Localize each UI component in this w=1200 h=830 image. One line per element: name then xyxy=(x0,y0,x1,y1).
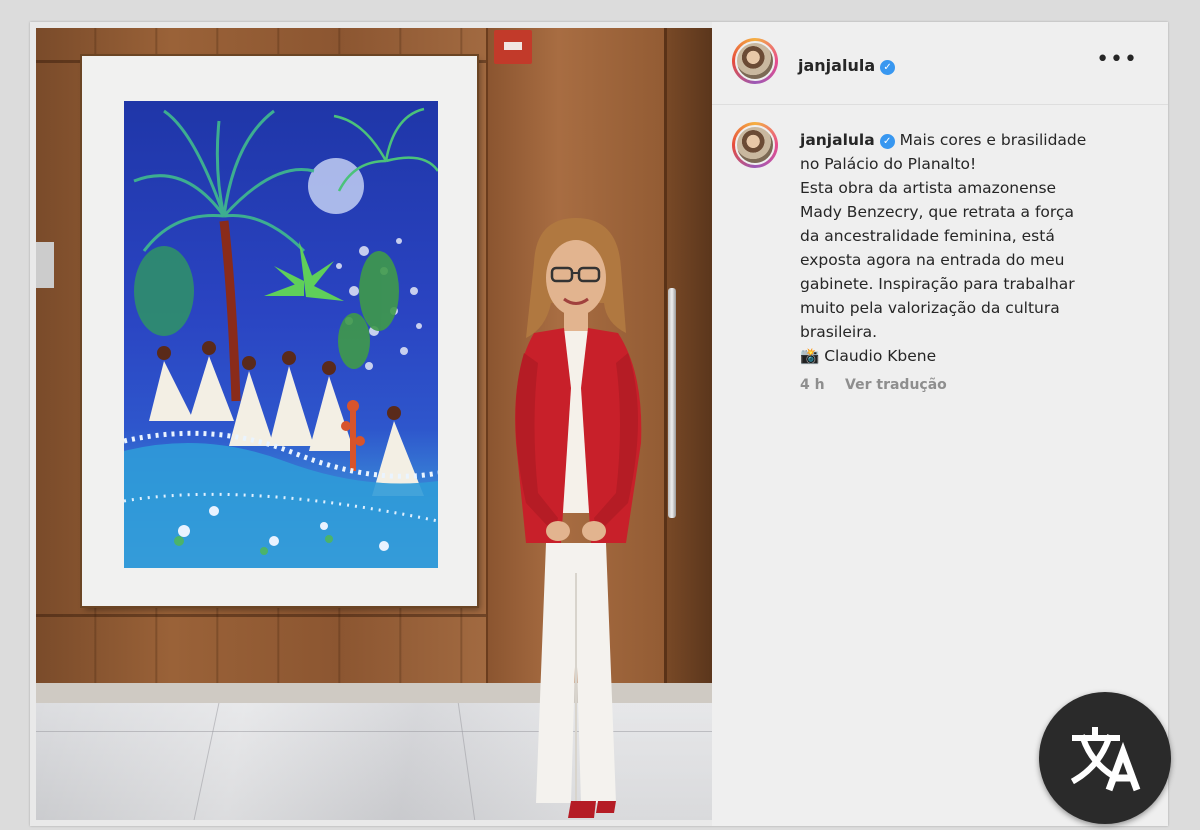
wall-switch xyxy=(36,242,54,288)
caption-text-line: no Palácio do Planalto! xyxy=(800,155,977,173)
caption-text-line: gabinete. Inspiração para trabalhar xyxy=(800,275,1075,293)
verified-badge-icon: ✓ xyxy=(880,60,896,75)
header-username[interactable]: janjalula xyxy=(798,56,875,75)
painting-canvas xyxy=(124,101,438,568)
caption-text-line: Mais cores e brasilidade xyxy=(899,131,1087,149)
verified-badge-icon: ✓ xyxy=(879,134,895,149)
translate-button[interactable] xyxy=(1039,692,1171,824)
painting-artwork xyxy=(124,107,438,568)
translate-icon xyxy=(1070,727,1141,792)
post-timestamp[interactable]: 4 h xyxy=(800,377,825,393)
post-header: janjalula ✓ ••• xyxy=(712,22,1168,105)
caption-avatar[interactable] xyxy=(732,122,778,168)
caption-first-line: janjalula ✓ Mais cores e brasilidade xyxy=(800,128,1140,152)
caption-text-line: da ancestralidade feminina, está xyxy=(800,227,1055,245)
see-translation-link[interactable]: Ver tradução xyxy=(845,377,947,393)
user-avatar[interactable] xyxy=(732,38,778,84)
caption-username[interactable]: janjalula xyxy=(800,131,875,149)
post-caption: janjalula ✓ Mais cores e brasilidade no P… xyxy=(800,128,1140,368)
fire-alarm xyxy=(494,30,532,64)
person-figure xyxy=(476,213,676,820)
caption-text-line: muito pela valorização da cultura xyxy=(800,299,1060,317)
caption-text-line: exposta agora na entrada do meu xyxy=(800,251,1065,269)
caption-text-line: Mady Benzecry, que retrata a força xyxy=(800,203,1074,221)
more-options-icon[interactable]: ••• xyxy=(1096,49,1138,71)
photo-credit: 📸 Claudio Kbene xyxy=(800,347,937,365)
caption-text-line: brasileira. xyxy=(800,323,878,341)
caption-text-line: Esta obra da artista amazonense xyxy=(800,179,1057,197)
painting-frame xyxy=(82,56,477,606)
post-meta: 4 h Ver tradução xyxy=(800,377,963,393)
screenshot-frame: janjalula ✓ ••• janjalula ✓ Mais cores e b… xyxy=(30,22,1168,826)
post-photo[interactable] xyxy=(36,28,712,820)
header-username-row[interactable]: janjalula ✓ xyxy=(798,56,896,75)
